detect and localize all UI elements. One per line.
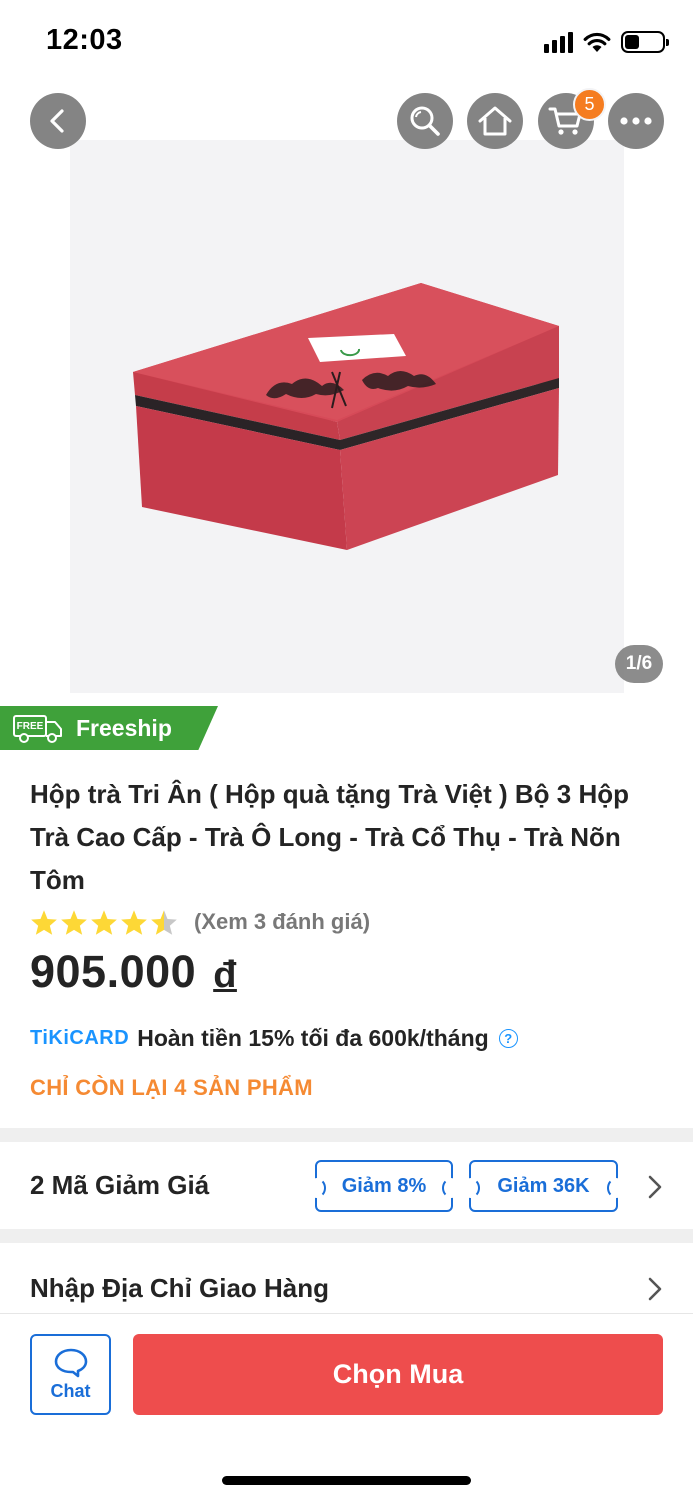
rating-row[interactable]: (Xem 3 đánh giá) <box>30 905 370 939</box>
product-image[interactable] <box>70 140 624 693</box>
search-button[interactable] <box>397 93 453 149</box>
home-icon <box>478 106 512 136</box>
stock-remaining: CHỈ CÒN LẠI 4 SẢN PHẨM <box>30 1075 313 1100</box>
coupon-tag[interactable]: Giảm 8% <box>308 1160 460 1212</box>
chat-bubble-icon <box>54 1348 87 1377</box>
half-star-icon <box>151 909 177 935</box>
review-link[interactable]: (Xem 3 đánh giá) <box>194 909 370 935</box>
product-box-image <box>133 283 559 550</box>
bottom-action-bar: Chat Chọn Mua <box>0 1313 693 1500</box>
coupon-row[interactable]: 2 Mã Giảm Giá Giảm 8% Giảm 36K <box>0 1143 693 1229</box>
chevron-right-icon[interactable] <box>647 1174 663 1200</box>
image-counter: 1/6 <box>615 645 663 683</box>
buy-button[interactable]: Chọn Mua <box>133 1334 663 1415</box>
tikicard-logo: TiKiCARD <box>30 1027 129 1050</box>
price-currency: đ <box>213 954 237 996</box>
product-title: Hộp trà Tri Ân ( Hộp quà tặng Trà Việt )… <box>30 779 629 895</box>
divider <box>0 1128 693 1142</box>
signal-icon <box>544 31 573 53</box>
tikicard-logo-card: CARD <box>69 1026 130 1049</box>
star-icon <box>121 909 147 935</box>
back-icon <box>50 109 64 133</box>
free-truck-text: FREE <box>17 721 44 732</box>
status-bar: 12:03 <box>0 0 693 84</box>
coupon-tag[interactable]: Giảm 36K <box>462 1160 625 1212</box>
more-button[interactable] <box>608 93 664 149</box>
star-icon <box>61 909 87 935</box>
help-icon[interactable]: ? <box>498 1028 518 1048</box>
freeship-label: Freeship <box>76 715 172 741</box>
tikicard-logo-tiki: TiKi <box>30 1026 70 1049</box>
status-icons <box>544 28 669 56</box>
address-title: Nhập Địa Chỉ Giao Hàng <box>30 1273 330 1303</box>
back-button[interactable] <box>30 93 86 149</box>
chat-button[interactable]: Chat <box>30 1334 111 1415</box>
more-icon <box>620 117 652 125</box>
chat-label: Chat <box>50 1380 91 1401</box>
status-time: 12:03 <box>46 24 123 56</box>
freeship-badge: FREE Freeship <box>0 706 218 750</box>
rating-stars <box>30 909 178 936</box>
search-icon <box>410 106 440 136</box>
divider <box>0 1229 693 1243</box>
product-price: 905.000 đ <box>30 946 237 998</box>
cart-count-badge: 5 <box>573 88 606 121</box>
home-button[interactable] <box>467 93 523 149</box>
price-value: 905.000 <box>30 946 197 997</box>
star-icon <box>31 909 57 935</box>
address-row[interactable]: Nhập Địa Chỉ Giao Hàng <box>0 1257 693 1313</box>
tikicard-row[interactable]: TiKiCARD Hoàn tiền 15% tối đa 600k/tháng… <box>30 1021 518 1055</box>
tikicard-text: Hoàn tiền 15% tối đa 600k/tháng <box>137 1024 489 1051</box>
wifi-icon <box>583 32 611 52</box>
coupon-title: 2 Mã Giảm Giá <box>30 1170 210 1200</box>
star-icon <box>91 909 117 935</box>
chevron-right-icon[interactable] <box>647 1276 663 1302</box>
home-indicator <box>222 1476 471 1485</box>
battery-icon <box>621 31 669 53</box>
free-truck-icon: FREE <box>13 715 62 743</box>
